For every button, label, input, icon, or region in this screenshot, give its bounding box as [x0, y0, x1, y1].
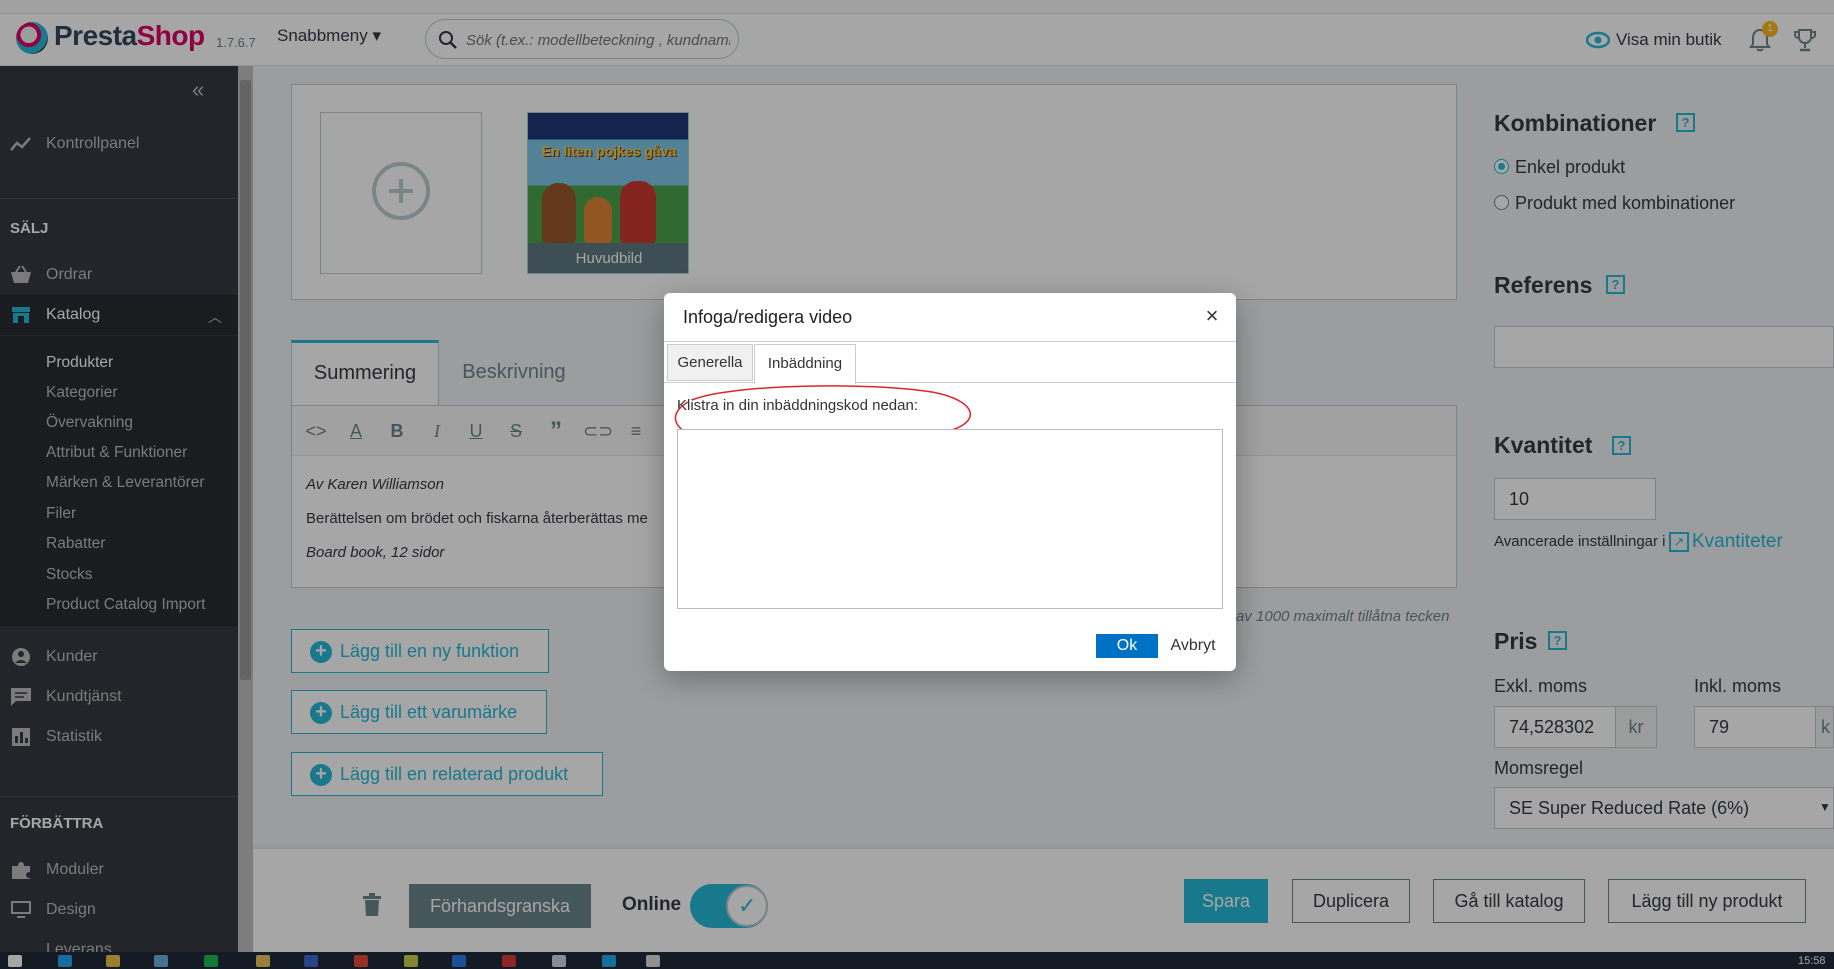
- dialog-tab-embed[interactable]: Inbäddning: [754, 344, 856, 384]
- embed-code-textarea[interactable]: [677, 429, 1223, 609]
- dialog-tab-general[interactable]: Generella: [667, 344, 753, 381]
- cancel-button[interactable]: Avbryt: [1170, 634, 1216, 658]
- ok-button[interactable]: Ok: [1096, 634, 1158, 658]
- dialog-title: Infoga/redigera video: [683, 307, 853, 327]
- dialog-divider: [664, 341, 1236, 342]
- close-icon[interactable]: ×: [1200, 304, 1224, 328]
